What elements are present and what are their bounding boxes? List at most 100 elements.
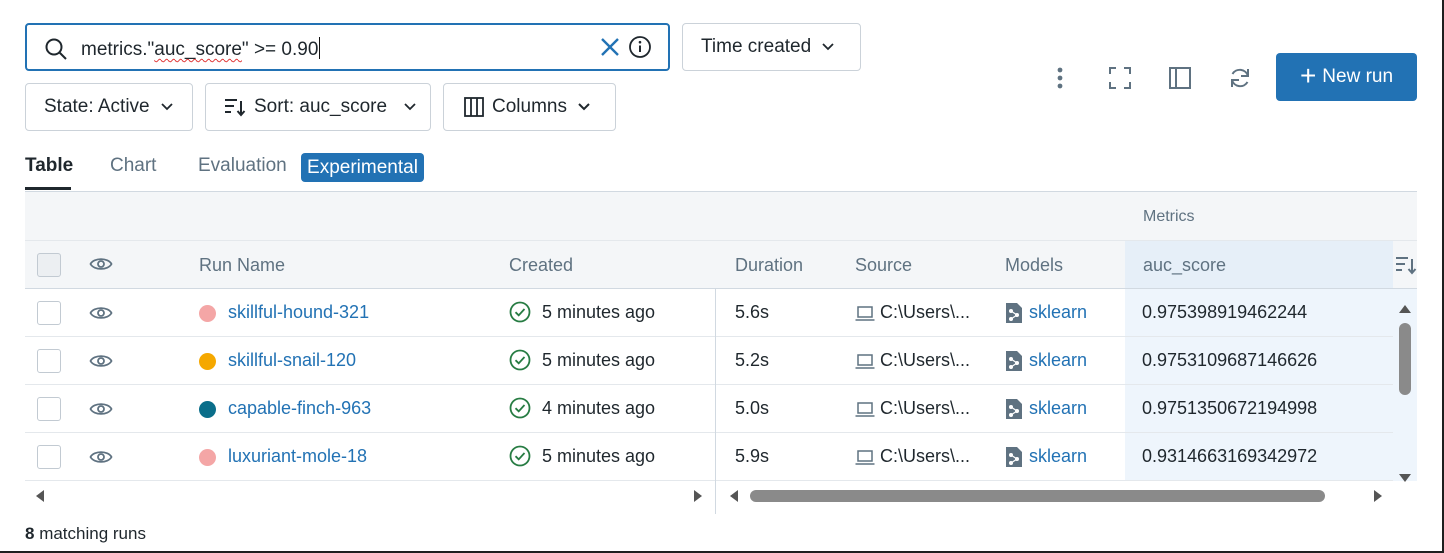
chevron-down-icon <box>577 102 591 112</box>
success-check-icon <box>509 445 531 472</box>
chevron-down-icon <box>821 42 835 52</box>
sort-icon[interactable] <box>1395 255 1417 280</box>
search-icon <box>44 37 68 66</box>
laptop-icon <box>855 450 875 471</box>
scroll-right-arrow-icon[interactable] <box>693 489 703 508</box>
columns-icon <box>464 97 484 117</box>
eye-icon[interactable] <box>89 304 113 327</box>
search-input[interactable]: metrics."auc_score" >= 0.90 <box>25 23 670 71</box>
search-query: metrics."auc_score" >= 0.90 <box>81 37 321 60</box>
success-check-icon <box>509 349 531 376</box>
sidebar-toggle-icon[interactable] <box>1165 63 1195 93</box>
run-color-dot <box>199 401 216 418</box>
header-duration[interactable]: Duration <box>735 255 803 276</box>
header-run-name[interactable]: Run Name <box>199 255 285 276</box>
new-run-button[interactable]: + New run <box>1276 53 1417 101</box>
metric-auc-score-value: 0.9314663169342972 <box>1142 446 1318 466</box>
model-icon <box>1004 350 1024 377</box>
run-name-link[interactable]: skillful-hound-321 <box>228 302 369 323</box>
run-created: 5 minutes ago <box>542 446 656 466</box>
header-created[interactable]: Created <box>509 255 573 276</box>
model-icon <box>1004 446 1024 473</box>
run-created: 5 minutes ago <box>542 302 656 322</box>
model-link[interactable]: sklearn <box>1029 446 1087 467</box>
run-created: 5 minutes ago <box>542 350 656 370</box>
select-all-checkbox[interactable] <box>37 253 61 277</box>
matching-runs-count: 8 matching runs <box>25 524 146 543</box>
run-duration: 5.6s <box>735 302 770 322</box>
row-select-checkbox[interactable] <box>37 301 61 325</box>
scroll-left-arrow-icon[interactable] <box>729 489 739 508</box>
run-source[interactable]: C:\Users\... <box>880 446 970 467</box>
model-icon <box>1004 398 1024 425</box>
row-select-checkbox[interactable] <box>37 349 61 373</box>
table-row: luxuriant-mole-18 5 minutes ago 5.9s C:\… <box>25 433 1393 481</box>
eye-icon[interactable] <box>89 400 113 423</box>
header-auc-score[interactable]: auc_score <box>1143 255 1226 276</box>
run-source[interactable]: C:\Users\... <box>880 398 970 419</box>
table-row: skillful-snail-120 5 minutes ago 5.2s C:… <box>25 337 1393 385</box>
metric-auc-score-value: 0.9753109687146626 <box>1142 350 1318 370</box>
scroll-up-arrow-icon[interactable] <box>1398 301 1412 319</box>
eye-icon[interactable] <box>89 448 113 471</box>
tab-chart[interactable]: Chart <box>110 155 156 177</box>
eye-icon[interactable] <box>89 352 113 375</box>
scroll-left-arrow-icon[interactable] <box>35 489 45 508</box>
tab-experimental[interactable]: Experimental <box>301 153 424 182</box>
metrics-group-label: Metrics <box>1143 208 1195 225</box>
chevron-down-icon <box>160 102 174 112</box>
success-check-icon <box>509 301 531 328</box>
tab-table[interactable]: Table <box>25 155 73 177</box>
state-filter-dropdown[interactable]: State: Active <box>25 83 193 131</box>
tab-evaluation[interactable]: Evaluation <box>198 155 287 177</box>
run-source[interactable]: C:\Users\... <box>880 302 970 323</box>
table-row: skillful-hound-321 5 minutes ago 5.6s C:… <box>25 289 1393 337</box>
run-name-link[interactable]: skillful-snail-120 <box>228 350 356 371</box>
header-models[interactable]: Models <box>1005 255 1063 276</box>
model-link[interactable]: sklearn <box>1029 302 1087 323</box>
metric-auc-score-value: 0.9751350672194998 <box>1142 398 1318 418</box>
table-header-row: Run Name Created Duration Source Models … <box>25 241 1417 289</box>
tab-active-indicator <box>25 187 71 190</box>
eye-icon[interactable] <box>89 255 113 278</box>
row-select-checkbox[interactable] <box>37 397 61 421</box>
table-row: capable-finch-963 4 minutes ago 5.0s C:\… <box>25 385 1393 433</box>
row-select-checkbox[interactable] <box>37 445 61 469</box>
horizontal-scrollbar <box>25 482 1417 508</box>
success-check-icon <box>509 397 531 424</box>
model-link[interactable]: sklearn <box>1029 398 1087 419</box>
model-icon <box>1004 302 1024 329</box>
plus-icon: + <box>1299 60 1317 91</box>
metric-auc-score-value: 0.975398919462244 <box>1142 302 1308 322</box>
more-options-icon[interactable] <box>1045 63 1075 93</box>
laptop-icon <box>855 306 875 327</box>
clear-icon[interactable] <box>598 35 622 59</box>
run-duration: 5.9s <box>735 446 770 466</box>
fullscreen-icon[interactable] <box>1105 63 1135 93</box>
info-icon[interactable] <box>628 35 652 59</box>
header-source[interactable]: Source <box>855 255 912 276</box>
chevron-down-icon <box>403 102 417 112</box>
pinned-columns-divider <box>715 289 716 514</box>
run-name-link[interactable]: capable-finch-963 <box>228 398 371 419</box>
vertical-scrollbar-thumb[interactable] <box>1399 323 1411 395</box>
columns-dropdown[interactable]: Columns <box>443 83 616 131</box>
run-source[interactable]: C:\Users\... <box>880 350 970 371</box>
run-color-dot <box>199 353 216 370</box>
model-link[interactable]: sklearn <box>1029 350 1087 371</box>
run-created: 4 minutes ago <box>542 398 656 418</box>
runs-table: Metrics Run Name Created Duration Source… <box>25 191 1417 514</box>
run-color-dot <box>199 305 216 322</box>
refresh-icon[interactable] <box>1225 63 1255 93</box>
time-created-dropdown[interactable]: Time created <box>682 23 861 71</box>
sort-dropdown[interactable]: Sort: auc_score <box>205 83 431 131</box>
run-color-dot <box>199 449 216 466</box>
run-duration: 5.2s <box>735 350 770 370</box>
run-duration: 5.0s <box>735 398 770 418</box>
horizontal-scrollbar-thumb[interactable] <box>750 490 1325 502</box>
laptop-icon <box>855 354 875 375</box>
sort-icon <box>224 97 246 117</box>
scroll-right-arrow-icon[interactable] <box>1373 489 1383 508</box>
laptop-icon <box>855 402 875 423</box>
run-name-link[interactable]: luxuriant-mole-18 <box>228 446 367 467</box>
